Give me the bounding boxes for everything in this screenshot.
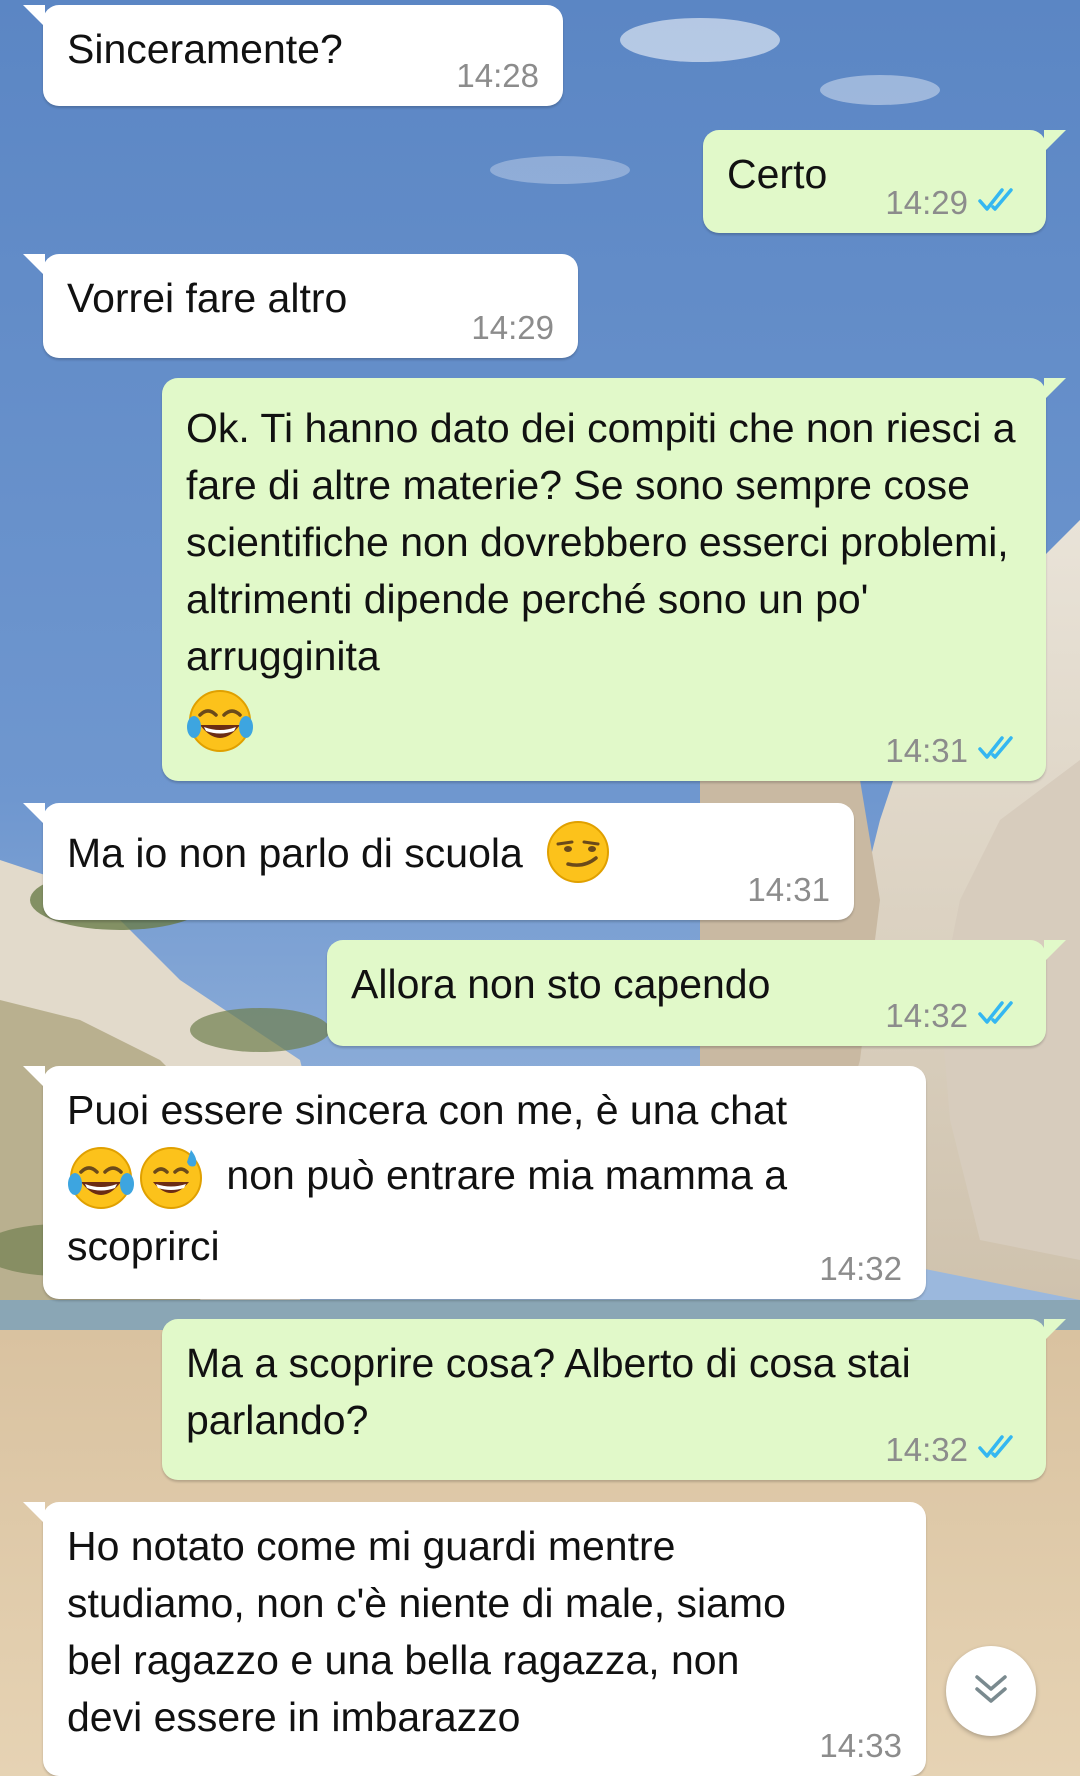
- message-time: 14:32: [885, 997, 968, 1034]
- message-incoming[interactable]: Vorrei fare altro 14:29: [23, 254, 578, 358]
- face-with-tears-of-joy-icon: [67, 1144, 135, 1212]
- message-outgoing[interactable]: Certo 14:29: [703, 130, 1066, 233]
- message-time: 14:33: [819, 1727, 902, 1764]
- message-time: 14:28: [456, 57, 539, 94]
- read-receipt-icon: [978, 184, 1022, 220]
- message-incoming[interactable]: Ma io non parlo di scuola 14:31: [23, 803, 854, 920]
- message-text: Ma io non parlo di scuola: [67, 830, 523, 876]
- smirking-face-icon: [544, 818, 612, 886]
- message-outgoing[interactable]: Allora non sto capendo 14:32: [327, 940, 1066, 1046]
- message-text: Puoi essere sincera con me, è una chat: [67, 1087, 788, 1133]
- message-time: 14:31: [885, 732, 968, 769]
- conversation[interactable]: Sinceramente? 14:28 Certo 14:29 Vorrei f…: [0, 0, 1080, 1776]
- message-time: 14:32: [885, 1431, 968, 1468]
- read-receipt-icon: [978, 997, 1022, 1033]
- face-with-tears-of-joy-icon: [186, 687, 254, 755]
- message-incoming[interactable]: Ho notato come mi guardi mentre studiamo…: [23, 1502, 926, 1776]
- message-incoming[interactable]: Puoi essere sincera con me, è una chat n…: [23, 1066, 926, 1299]
- read-receipt-icon: [978, 1431, 1022, 1467]
- message-incoming[interactable]: Sinceramente? 14:28: [23, 5, 563, 106]
- message-outgoing[interactable]: Ok. Ti hanno dato dei compiti che non ri…: [162, 378, 1066, 781]
- message-text: Ok. Ti hanno dato dei compiti che non ri…: [186, 405, 1027, 679]
- scroll-to-bottom-button[interactable]: [946, 1646, 1036, 1736]
- message-time: 14:32: [819, 1250, 902, 1287]
- grinning-face-with-sweat-icon: [137, 1144, 205, 1212]
- message-time: 14:31: [747, 871, 830, 908]
- message-outgoing[interactable]: Ma a scoprire cosa? Alberto di cosa stai…: [162, 1319, 1066, 1480]
- double-chevron-down-icon: [971, 1669, 1011, 1714]
- message-time: 14:29: [885, 184, 968, 221]
- message-text: Ho notato come mi guardi mentre studiamo…: [67, 1523, 798, 1740]
- message-time: 14:29: [471, 309, 554, 346]
- read-receipt-icon: [978, 732, 1022, 768]
